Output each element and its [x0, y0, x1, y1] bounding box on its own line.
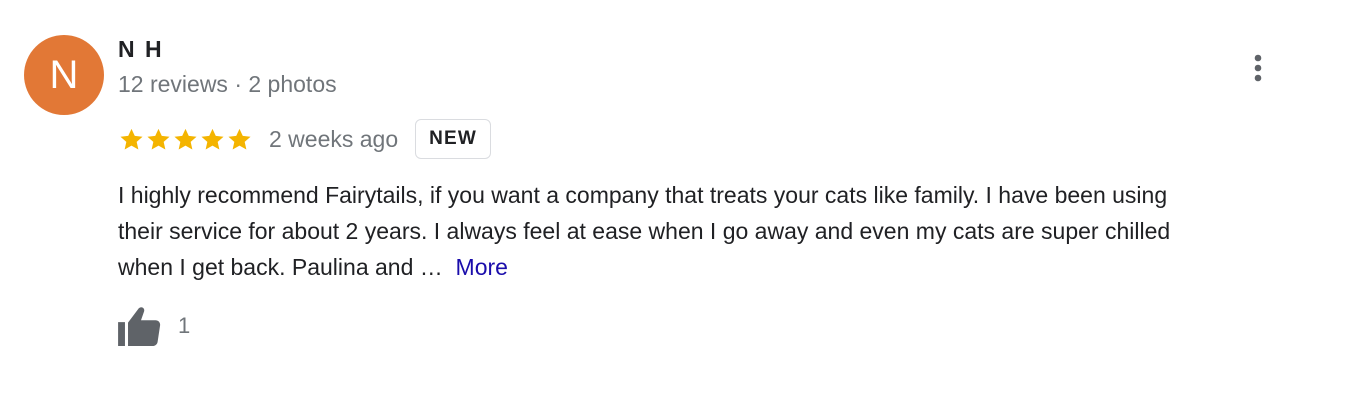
new-badge-label: NEW	[429, 128, 478, 149]
review-text-line: I highly recommend Fairytails, if you wa…	[118, 182, 1168, 208]
avatar[interactable]: N	[24, 35, 104, 115]
review-text-truncated: when I get back. Paulina and …	[118, 254, 443, 280]
star-icon	[147, 128, 170, 150]
like-button[interactable]: 1	[118, 305, 190, 347]
review-text: I highly recommend Fairytails, if you wa…	[118, 177, 1318, 285]
more-options-button[interactable]	[1242, 50, 1274, 86]
star-icon	[120, 128, 143, 150]
thumbs-up-icon	[118, 307, 161, 347]
reviewer-meta: 12 reviews · 2 photos	[118, 71, 337, 97]
star-icon	[201, 128, 224, 150]
review-text-line: when I get back. Paulina and … More	[118, 249, 1318, 285]
review-card: N N H 12 reviews · 2 photos 2 weeks ago …	[0, 0, 1352, 406]
more-vert-icon	[1254, 54, 1262, 82]
star-icon	[174, 128, 197, 150]
review-time: 2 weeks ago	[269, 125, 399, 152]
review-text-line: their service for about 2 years. I alway…	[118, 218, 1171, 244]
like-count: 1	[178, 313, 191, 338]
more-link[interactable]: More	[456, 254, 508, 280]
reviewer-name[interactable]: N H	[118, 36, 164, 63]
new-badge: NEW	[415, 119, 492, 159]
rating-row: 2 weeks ago NEW	[118, 118, 492, 160]
star-icon	[228, 128, 251, 150]
star-rating	[118, 126, 253, 153]
avatar-letter: N	[49, 52, 79, 97]
